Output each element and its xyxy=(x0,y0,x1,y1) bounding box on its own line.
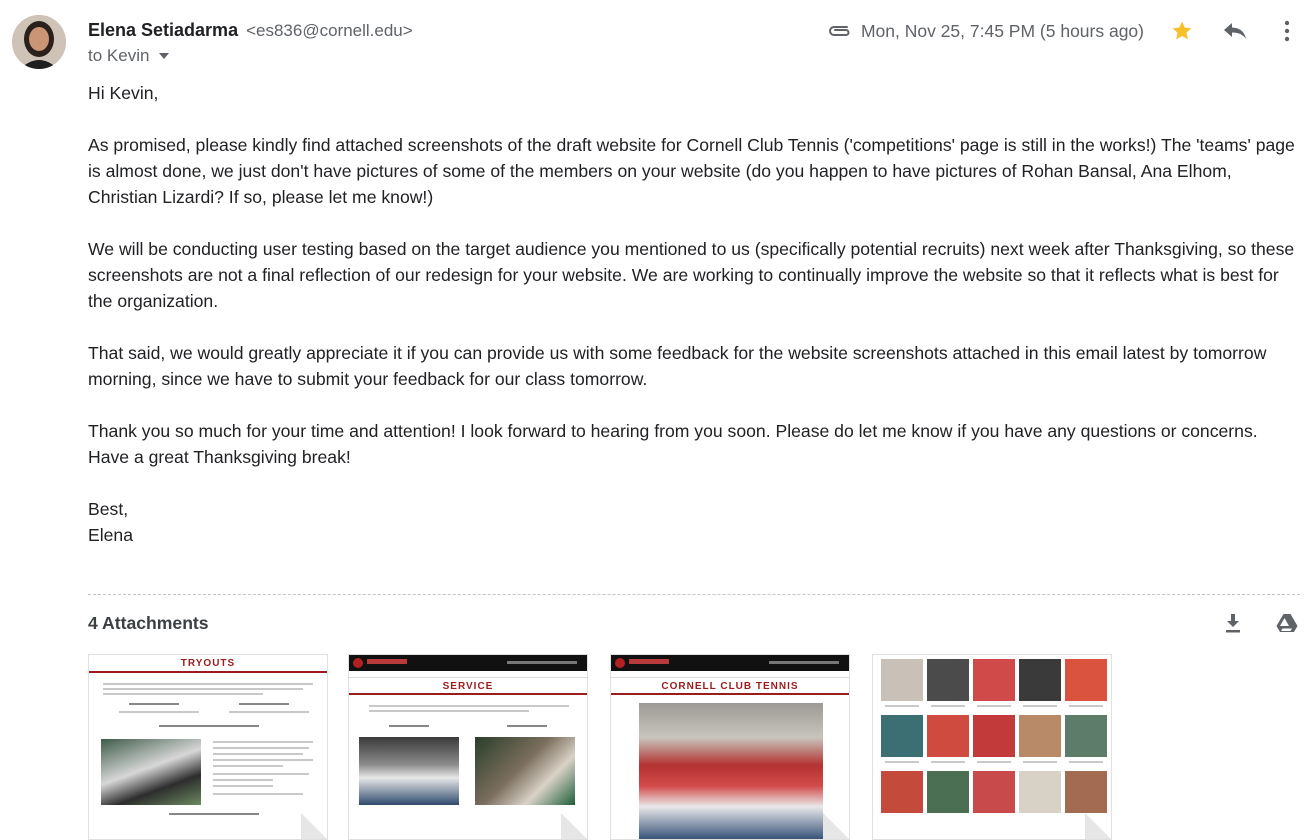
attachment-thumbnail-1[interactable]: TRYOUTS xyxy=(88,654,328,840)
recipient-label: to Kevin xyxy=(88,46,150,65)
message-header: Elena Setiadarma <es836@cornell.edu> to … xyxy=(88,16,1298,76)
avatar-photo xyxy=(12,15,66,69)
sender-line: Elena Setiadarma <es836@cornell.edu> xyxy=(88,20,413,41)
download-all-icon[interactable] xyxy=(1223,612,1243,634)
body-paragraph-3: That said, we would greatly appreciate i… xyxy=(88,343,1267,389)
body-paragraph-4: Thank you so much for your time and atte… xyxy=(88,421,1258,467)
sender-name[interactable]: Elena Setiadarma xyxy=(88,20,238,40)
attachments-title: 4 Attachments xyxy=(88,613,209,633)
attachments-divider xyxy=(88,594,1300,595)
attachment-thumbnail-4[interactable] xyxy=(872,654,1112,840)
closing: Best, xyxy=(88,499,129,519)
chevron-down-icon[interactable] xyxy=(159,53,170,59)
signature: Elena xyxy=(88,525,133,545)
paperclip-icon xyxy=(828,26,850,36)
message-date: Mon, Nov 25, 7:45 PM (5 hours ago) xyxy=(860,20,1144,41)
more-vert-icon[interactable] xyxy=(1284,20,1290,42)
sender-email: <es836@cornell.edu> xyxy=(246,21,413,40)
reply-icon[interactable] xyxy=(1222,20,1248,42)
attachment-2-heading: SERVICE xyxy=(349,677,587,695)
save-to-drive-icon[interactable] xyxy=(1276,613,1298,633)
body-paragraph-1: As promised, please kindly find attached… xyxy=(88,135,1295,207)
body-paragraph-2: We will be conducting user testing based… xyxy=(88,239,1295,311)
attachment-1-heading: TRYOUTS xyxy=(89,655,327,673)
attachment-thumbnail-3[interactable]: CORNELL CLUB TENNIS xyxy=(610,654,850,840)
message-meta: Mon, Nov 25, 7:45 PM (5 hours ago) xyxy=(827,16,1298,46)
sender-avatar[interactable] xyxy=(12,15,66,69)
attachment-thumbnail-2[interactable]: SERVICE xyxy=(348,654,588,840)
attachment-3-heading: CORNELL CLUB TENNIS xyxy=(611,677,849,695)
recipient-line[interactable]: to Kevin xyxy=(88,46,170,66)
greeting: Hi Kevin, xyxy=(88,83,159,103)
message-body: Hi Kevin, As promised, please kindly fin… xyxy=(88,80,1300,548)
star-icon[interactable] xyxy=(1170,19,1194,43)
